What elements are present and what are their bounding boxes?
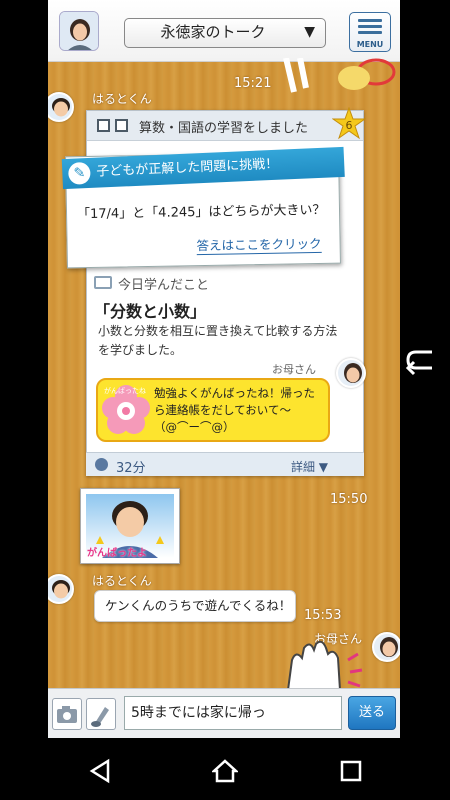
- challenge-question: 「17/4」と「4.245」はどちらが大きい？: [76, 202, 326, 223]
- timestamp: 15:50: [330, 492, 368, 507]
- stamp-button[interactable]: [86, 698, 116, 730]
- phone-screen: 永徳家のトーク ▼ MENU 15:21 はるとくん 算数・国語の学習をしました: [0, 0, 450, 800]
- header-bar: 永徳家のトーク ▼ MENU: [48, 0, 400, 62]
- learned-title: 「分数と小数」: [94, 302, 207, 321]
- stamp-text: がんばったね: [104, 387, 146, 395]
- study-duration: 32分: [116, 461, 146, 476]
- menu-button[interactable]: MENU: [349, 12, 391, 52]
- side-back-arrow-icon[interactable]: [402, 342, 442, 382]
- level-star-icon: 6: [332, 107, 366, 140]
- card-header: 算数・国語の学習をしました: [87, 111, 363, 141]
- child-avatar[interactable]: [48, 574, 74, 604]
- send-button[interactable]: 送る: [348, 696, 396, 730]
- message-input-bar: 5時までには家に帰っ 送る: [48, 688, 400, 738]
- level-number: 6: [346, 119, 353, 132]
- user-avatar[interactable]: [59, 11, 99, 51]
- nav-back-icon[interactable]: [88, 758, 114, 784]
- notebook-icon: [97, 119, 110, 132]
- chat-message-bubble: ケンくんのうちで遊んでくるね！: [94, 590, 296, 622]
- talk-room-title: 永徳家のトーク: [160, 23, 266, 41]
- card-title: 算数・国語の学習をしました: [139, 121, 309, 136]
- challenge-header-text: 子どもが正解した問題に挑戦！: [96, 156, 279, 180]
- sender-name: はるとくん: [92, 92, 152, 106]
- talk-room-select[interactable]: 永徳家のトーク ▼: [124, 18, 326, 48]
- challenge-panel[interactable]: ✎ 子どもが正解した問題に挑戦！ 「17/4」と「4.245」はどちらが大きい？…: [61, 146, 345, 269]
- waving-hand-icon: [286, 640, 363, 690]
- mother-avatar[interactable]: [336, 358, 366, 388]
- open-book-icon: [94, 276, 112, 289]
- photo-message[interactable]: がんばったよ: [80, 488, 180, 564]
- mother-label: お母さん: [272, 363, 316, 376]
- hamburger-icon: [358, 19, 382, 37]
- camera-button[interactable]: [52, 698, 82, 730]
- stamp-brush-icon: [91, 707, 109, 727]
- talk-app: 永徳家のトーク ▼ MENU 15:21 はるとくん 算数・国語の学習をしました: [48, 0, 400, 738]
- clock-icon: [95, 458, 108, 471]
- learned-heading: 今日学んだこと: [118, 278, 210, 293]
- mother-comment-text: 勉強よくがんばったね！帰ったら連絡帳をだしておいて～（@⌒ー⌒@）: [154, 386, 315, 434]
- nav-home-icon[interactable]: [212, 758, 238, 784]
- timestamp: 15:53: [304, 608, 342, 623]
- sender-name: はるとくん: [92, 574, 152, 588]
- learned-description: 小数と分数を相互に置き換えて比較する方法を学びました。: [98, 324, 338, 357]
- card-footer: 32分 詳細 ▼: [86, 452, 364, 476]
- message-input[interactable]: 5時までには家に帰っ: [124, 696, 342, 730]
- pencil-icon: ✎: [67, 161, 91, 185]
- timestamp: 15:21: [234, 76, 272, 91]
- menu-label: MENU: [356, 40, 384, 49]
- child-avatar[interactable]: [48, 92, 74, 122]
- decorative-sticker-icon: [283, 58, 396, 93]
- answer-link[interactable]: 答えはここをクリック: [196, 232, 322, 256]
- chevron-down-icon: ▼: [304, 24, 315, 40]
- camera-icon: [57, 706, 77, 723]
- details-toggle[interactable]: 詳細 ▼: [291, 458, 328, 475]
- nav-recents-icon[interactable]: [338, 758, 364, 784]
- book-icon: [115, 119, 128, 132]
- mother-comment-bubble: がんばったね 勉強よくがんばったね！帰ったら連絡帳をだしておいて～（@⌒ー⌒@）: [96, 378, 330, 442]
- system-nav-bar: [0, 740, 450, 800]
- photo-caption: がんばったよ: [87, 548, 147, 559]
- mother-avatar[interactable]: [372, 632, 400, 662]
